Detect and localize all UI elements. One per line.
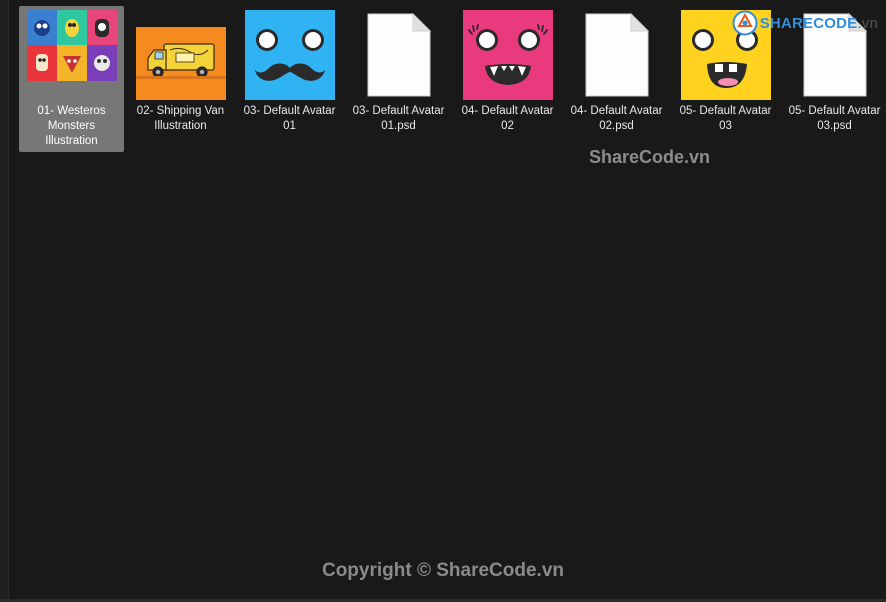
file-name-label: 05- Default Avatar 03.psd [788, 105, 881, 132]
westeros-monsters-thumbnail [26, 10, 117, 100]
file-item-westeros-monsters[interactable]: 01- Westeros Monsters Illustration [19, 6, 124, 152]
avatar-pink-fangs-thumbnail [462, 10, 553, 100]
copyright-watermark: Copyright © ShareCode.vn [321, 560, 565, 581]
sharecode-logo-icon [732, 10, 758, 36]
file-item-default-avatar-01[interactable]: 03- Default Avatar 01 [237, 6, 342, 152]
blank-document-icon [354, 10, 444, 100]
file-name-label: 03- Default Avatar 01.psd [352, 105, 445, 132]
file-item-default-avatar-01-psd[interactable]: 03- Default Avatar 01.psd [346, 6, 451, 152]
file-name-label: 05- Default Avatar 03 [679, 105, 772, 132]
file-name-label: 04- Default Avatar 02.psd [570, 105, 663, 132]
file-explorer-window: 01- Westeros Monsters Illustration 02- S… [0, 0, 886, 602]
file-name-label: 01- Westeros Monsters Illustration [37, 105, 106, 147]
file-name-label: 03- Default Avatar 01 [243, 105, 336, 132]
sharecode-logo-watermark: SHARECODE.vn [732, 10, 878, 36]
avatar-blue-mustache-thumbnail [244, 10, 335, 100]
file-item-shipping-van[interactable]: 02- Shipping Van Illustration [128, 6, 233, 152]
file-name-label: 04- Default Avatar 02 [461, 105, 554, 132]
sharecode-logo-text: SHARECODE.vn [759, 14, 878, 32]
blank-document-icon [572, 10, 662, 100]
file-name-label: 02- Shipping Van Illustration [136, 105, 225, 132]
shipping-van-thumbnail [135, 10, 226, 100]
file-item-default-avatar-02[interactable]: 04- Default Avatar 02 [455, 6, 560, 152]
file-item-default-avatar-02-psd[interactable]: 04- Default Avatar 02.psd [564, 6, 669, 152]
navigation-pane-edge[interactable] [0, 0, 9, 602]
sharecode-watermark: ShareCode.vn [589, 147, 711, 167]
